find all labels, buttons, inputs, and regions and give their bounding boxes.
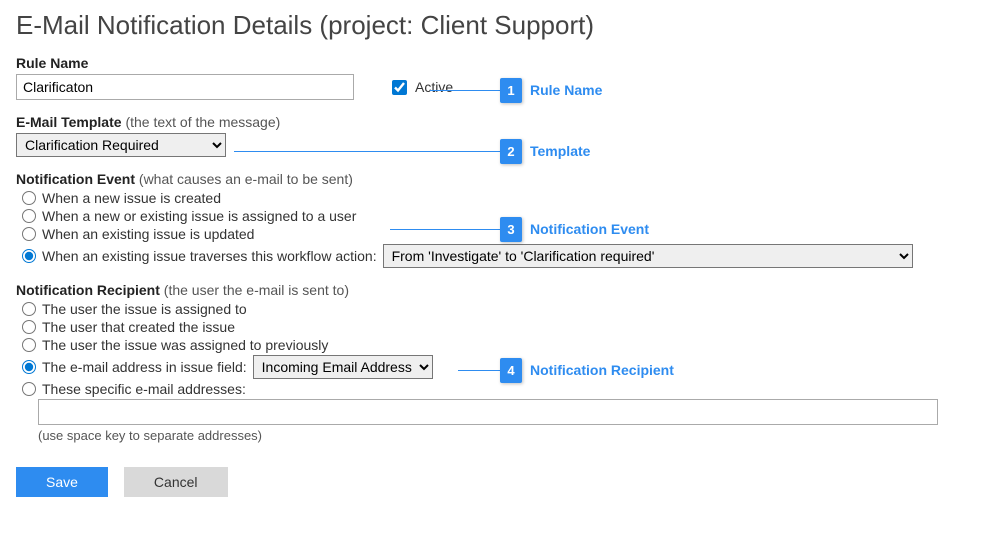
recipient-option-emailfield[interactable]: The e-mail address in issue field: (42, 359, 247, 375)
recipient-option-creator[interactable]: The user that created the issue (42, 319, 235, 335)
callout-line-2 (234, 151, 500, 152)
save-button[interactable]: Save (16, 467, 108, 497)
event-option-assigned[interactable]: When a new or existing issue is assigned… (42, 208, 356, 224)
recipient-option-specific[interactable]: These specific e-mail addresses: (42, 381, 246, 397)
recipient-label: Notification Recipient (the user the e-m… (16, 282, 975, 298)
rule-name-input[interactable] (16, 74, 354, 100)
email-field-select[interactable]: Incoming Email Address (253, 355, 433, 379)
template-label: E-Mail Template (the text of the message… (16, 114, 975, 130)
event-option-workflow[interactable]: When an existing issue traverses this wo… (42, 248, 377, 264)
event-radio-assigned[interactable] (22, 209, 36, 223)
page-title: E-Mail Notification Details (project: Cl… (16, 10, 975, 41)
callout-label-3: Notification Event (530, 221, 649, 237)
callout-line-3 (390, 229, 500, 230)
event-radio-new[interactable] (22, 191, 36, 205)
event-radio-workflow[interactable] (22, 249, 36, 263)
event-radio-updated[interactable] (22, 227, 36, 241)
callout-badge-3: 3 (500, 217, 522, 242)
callout-label-4: Notification Recipient (530, 362, 674, 378)
callout-label-1: Rule Name (530, 82, 602, 98)
recipient-option-assigned[interactable]: The user the issue is assigned to (42, 301, 247, 317)
cancel-button[interactable]: Cancel (124, 467, 228, 497)
callout-badge-1: 1 (500, 78, 522, 103)
callout-line-1 (430, 90, 500, 91)
callout-badge-2: 2 (500, 139, 522, 164)
callout-badge-4: 4 (500, 358, 522, 383)
active-label: Active (415, 79, 453, 95)
event-option-updated[interactable]: When an existing issue is updated (42, 226, 254, 242)
template-select[interactable]: Clarification Required (16, 133, 226, 157)
rule-name-label: Rule Name (16, 55, 975, 71)
specific-addresses-input[interactable] (38, 399, 938, 425)
recipient-radio-prev[interactable] (22, 338, 36, 352)
callout-label-2: Template (530, 143, 590, 159)
specific-addresses-hint: (use space key to separate addresses) (38, 428, 975, 443)
recipient-radio-specific[interactable] (22, 382, 36, 396)
event-option-new[interactable]: When a new issue is created (42, 190, 221, 206)
event-label: Notification Event (what causes an e-mai… (16, 171, 975, 187)
callout-line-4 (458, 370, 500, 371)
recipient-radio-emailfield[interactable] (22, 360, 36, 374)
active-checkbox[interactable] (392, 80, 407, 95)
recipient-radio-assigned[interactable] (22, 302, 36, 316)
workflow-action-select[interactable]: From 'Investigate' to 'Clarification req… (383, 244, 913, 268)
recipient-option-prev[interactable]: The user the issue was assigned to previ… (42, 337, 328, 353)
recipient-radio-creator[interactable] (22, 320, 36, 334)
